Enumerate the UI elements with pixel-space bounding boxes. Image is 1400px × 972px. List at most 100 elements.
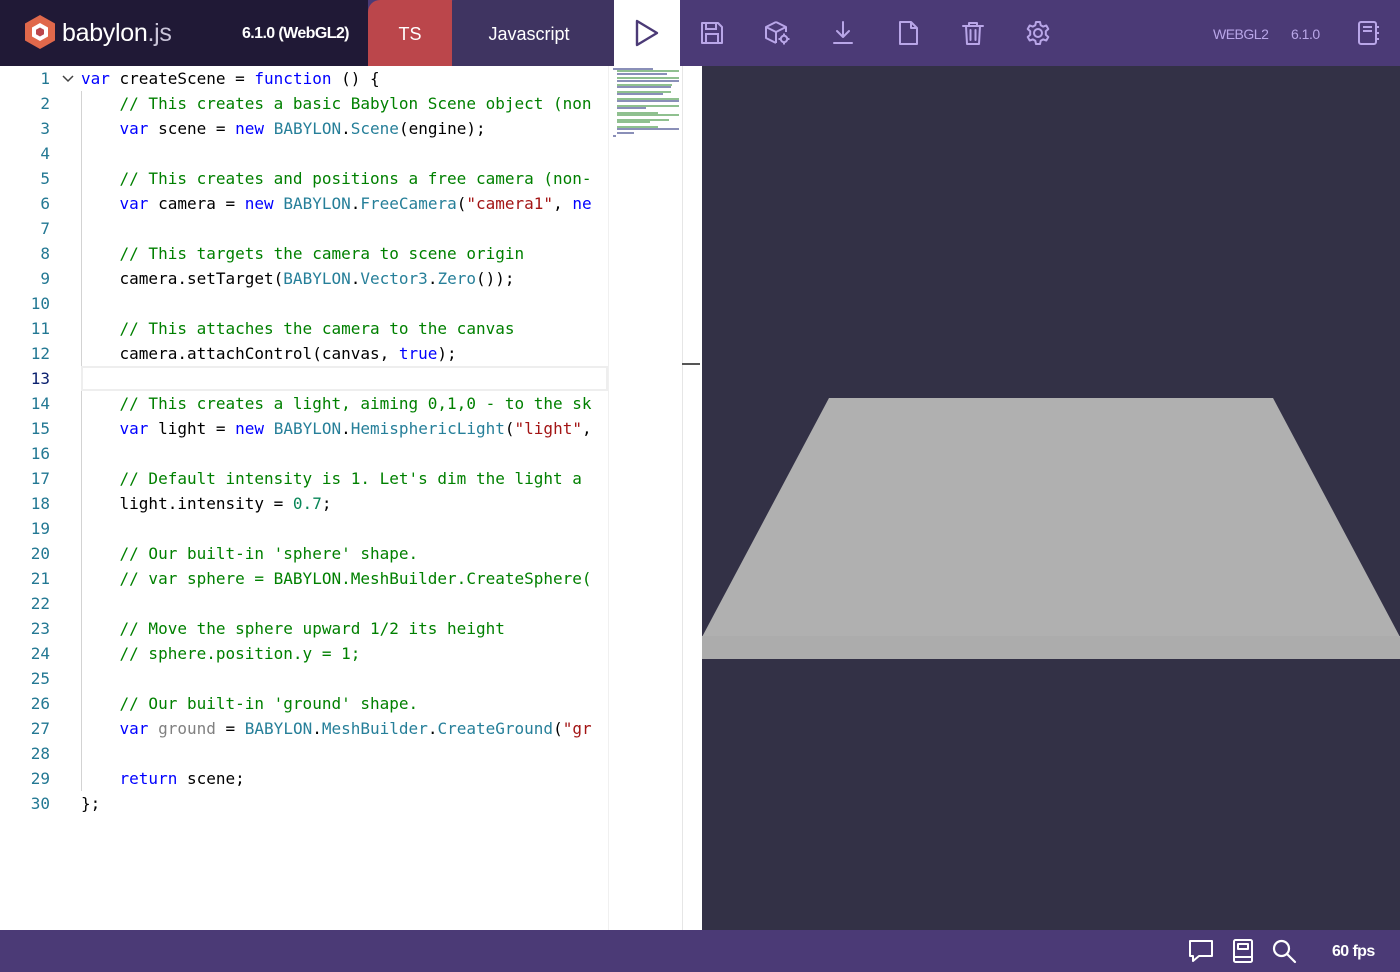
line-number: 26 xyxy=(30,694,50,713)
minimap-line xyxy=(617,114,679,116)
code-text: // This targets the camera to scene orig… xyxy=(119,244,525,263)
inspector-button[interactable] xyxy=(762,18,792,48)
code-line[interactable]: 30}; xyxy=(0,791,608,816)
code-text: var ground = BABYLON.MeshBuilder.CreateG… xyxy=(119,719,592,738)
version-label[interactable]: 6.1.0 (WebGL2) xyxy=(242,24,349,44)
code-text: var scene = new BABYLON.Scene(engine); xyxy=(119,119,486,138)
download-icon xyxy=(833,21,853,44)
tab-javascript[interactable]: Javascript xyxy=(444,0,614,66)
minimap-line xyxy=(613,134,616,137)
render-canvas[interactable] xyxy=(702,66,1400,930)
clear-button[interactable] xyxy=(958,18,988,48)
code-line[interactable]: 23 // Move the sphere upward 1/2 its hei… xyxy=(0,616,608,641)
line-number: 12 xyxy=(30,344,50,363)
code-line[interactable]: 8 // This targets the camera to scene or… xyxy=(0,241,608,266)
line-number: 13 xyxy=(30,369,50,388)
line-number: 5 xyxy=(40,169,50,188)
save-button[interactable] xyxy=(697,18,727,48)
new-button[interactable] xyxy=(893,18,923,48)
code-text: // sphere.position.y = 1; xyxy=(119,644,361,663)
ground-edge xyxy=(702,636,1400,659)
line-number: 3 xyxy=(40,119,50,138)
code-line[interactable]: 1 var createScene = function () { xyxy=(0,66,608,91)
code-line[interactable]: 28 xyxy=(0,741,608,766)
top-bar: babylon.js 6.1.0 (WebGL2) Javascript TS xyxy=(0,0,1400,66)
code-line[interactable]: 2 // This creates a basic Babylon Scene … xyxy=(0,91,608,116)
code-line[interactable]: 27 var ground = BABYLON.MeshBuilder.Crea… xyxy=(0,716,608,741)
code-line[interactable]: 7 xyxy=(0,216,608,241)
code-text: return scene; xyxy=(119,769,245,788)
download-button[interactable] xyxy=(828,18,858,48)
code-text: // Our built-in 'ground' shape. xyxy=(119,694,419,713)
code-line[interactable]: 4 xyxy=(0,141,608,166)
code-editor[interactable]: 1 var createScene = function () {2 // Thi… xyxy=(0,66,608,930)
examples-button[interactable] xyxy=(1354,18,1384,48)
line-number: 11 xyxy=(30,319,50,338)
code-line[interactable]: 19 xyxy=(0,516,608,541)
code-line[interactable]: 26 // Our built-in 'ground' shape. xyxy=(0,691,608,716)
run-button[interactable] xyxy=(614,0,680,66)
line-number: 28 xyxy=(30,744,50,763)
line-number: 14 xyxy=(30,394,50,413)
minimap-line xyxy=(617,100,679,103)
code-text: // This attaches the camera to the canva… xyxy=(119,319,515,338)
code-line[interactable]: 22 xyxy=(0,591,608,616)
line-number: 22 xyxy=(30,594,50,613)
line-number: 1 xyxy=(40,69,50,88)
line-number: 19 xyxy=(30,519,50,538)
book-icon xyxy=(1233,939,1253,963)
fold-chevron-icon[interactable] xyxy=(61,72,75,86)
line-number: 27 xyxy=(30,719,50,738)
code-line[interactable]: 18 light.intensity = 0.7; xyxy=(0,491,608,516)
code-line[interactable]: 13 xyxy=(0,366,608,391)
settings-button[interactable] xyxy=(1023,18,1053,48)
minimap-line xyxy=(617,120,650,123)
code-line[interactable]: 10 xyxy=(0,291,608,316)
minimap-line xyxy=(617,127,679,130)
engine-label[interactable]: WEBGL2 xyxy=(1213,25,1269,43)
tab-javascript-label: Javascript xyxy=(488,24,570,44)
gear-icon xyxy=(1026,21,1050,45)
docs-button[interactable] xyxy=(1229,937,1257,965)
code-line[interactable]: 24 // sphere.position.y = 1; xyxy=(0,641,608,666)
scene-view xyxy=(702,398,1400,659)
feedback-button[interactable] xyxy=(1187,937,1215,965)
engine-version-label[interactable]: 6.1.0 xyxy=(1291,25,1320,43)
line-number: 16 xyxy=(30,444,50,463)
code-line[interactable]: 17 // Default intensity is 1. Let's dim … xyxy=(0,466,608,491)
line-number: 6 xyxy=(40,194,50,213)
code-line[interactable]: 12 camera.attachControl(canvas, true); xyxy=(0,341,608,366)
code-line[interactable]: 9 camera.setTarget(BABYLON.Vector3.Zero(… xyxy=(0,266,608,291)
code-text: var light = new BABYLON.HemisphericLight… xyxy=(119,419,592,438)
code-text: // This creates a basic Babylon Scene ob… xyxy=(119,94,592,113)
code-line[interactable]: 11 // This attaches the camera to the ca… xyxy=(0,316,608,341)
code-text: camera.attachControl(canvas, true); xyxy=(81,344,457,363)
current-line-highlight xyxy=(81,366,608,391)
code-line[interactable]: 3 var scene = new BABYLON.Scene(engine); xyxy=(0,116,608,141)
line-number: 15 xyxy=(30,419,50,438)
editor-scrollbar[interactable] xyxy=(682,66,702,930)
code-line[interactable]: 6 var camera = new BABYLON.FreeCamera("c… xyxy=(0,191,608,216)
trash-icon xyxy=(962,22,984,45)
search-button[interactable] xyxy=(1270,937,1298,965)
code-line[interactable]: 25 xyxy=(0,666,608,691)
examples-icon xyxy=(1358,21,1379,45)
code-minimap[interactable] xyxy=(608,66,682,930)
code-text: }; xyxy=(81,794,101,813)
code-line[interactable]: 16 xyxy=(0,441,608,466)
minimap-line xyxy=(617,107,646,110)
code-line[interactable]: 21 // var sphere = BABYLON.MeshBuilder.C… xyxy=(0,566,608,591)
code-text: camera.setTarget(BABYLON.Vector3.Zero())… xyxy=(81,269,515,288)
code-line[interactable]: 5 // This creates and positions a free c… xyxy=(0,166,608,191)
tab-typescript[interactable]: TS xyxy=(368,0,452,66)
code-line[interactable]: 14 // This creates a light, aiming 0,1,0… xyxy=(0,391,608,416)
code-line[interactable]: 20 // Our built-in 'sphere' shape. xyxy=(0,541,608,566)
line-number: 21 xyxy=(30,569,50,588)
save-icon xyxy=(701,22,723,44)
code-text: // This creates a light, aiming 0,1,0 - … xyxy=(119,394,592,413)
minimap-line xyxy=(617,93,663,96)
code-line[interactable]: 15 var light = new BABYLON.HemisphericLi… xyxy=(0,416,608,441)
code-text: // Default intensity is 1. Let's dim the… xyxy=(119,469,582,488)
code-line[interactable]: 29 return scene; xyxy=(0,766,608,791)
line-number: 7 xyxy=(40,219,50,238)
